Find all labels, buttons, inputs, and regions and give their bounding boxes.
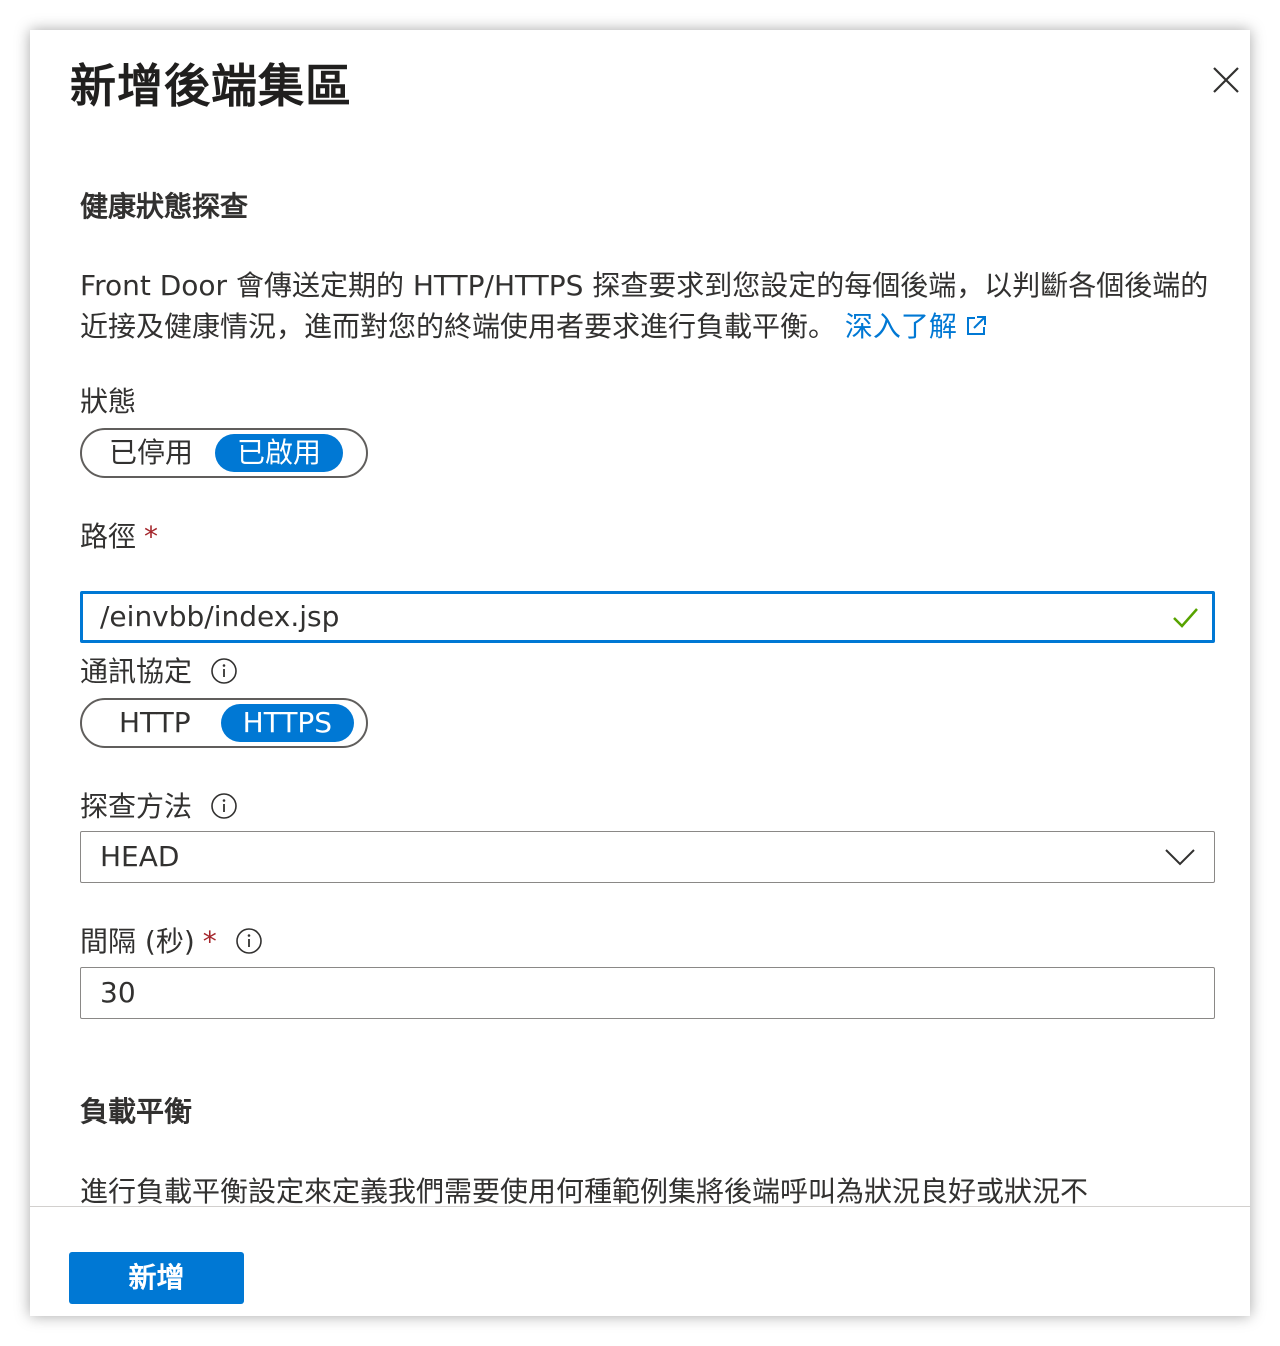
interval-label: 間隔 (秒) * bbox=[80, 920, 263, 960]
add-backend-pool-panel: 新增後端集區 健康狀態探查 Front Door 會傳送定期的 HTTP/HTT… bbox=[30, 30, 1250, 1316]
health-probe-description-text: Front Door 會傳送定期的 HTTP/HTTPS 探查要求到您設定的每個… bbox=[80, 269, 1209, 343]
learn-more-link[interactable]: 深入了解 bbox=[845, 310, 989, 343]
add-button[interactable]: 新增 bbox=[69, 1252, 244, 1304]
protocol-label-text: 通訊協定 bbox=[80, 655, 193, 688]
status-toggle: 已停用 已啟用 bbox=[80, 428, 368, 478]
check-icon bbox=[1173, 608, 1198, 628]
path-input[interactable]: /einvbb/index.jsp bbox=[80, 591, 1215, 643]
protocol-option-http[interactable]: HTTP bbox=[87, 704, 221, 742]
probe-method-dropdown[interactable]: HEAD bbox=[80, 831, 1215, 883]
interval-label-text: 間隔 (秒) bbox=[80, 925, 195, 958]
interval-input-value: 30 bbox=[100, 976, 136, 1009]
probe-method-label-text: 探查方法 bbox=[80, 790, 193, 823]
panel-content[interactable]: 健康狀態探查 Front Door 會傳送定期的 HTTP/HTTPS 探查要求… bbox=[80, 30, 1215, 1206]
probe-method-label: 探查方法 bbox=[80, 785, 238, 825]
load-balancing-heading: 負載平衡 bbox=[80, 1095, 193, 1128]
status-label: 狀態 bbox=[80, 385, 137, 418]
info-icon[interactable] bbox=[210, 792, 238, 820]
protocol-toggle: HTTP HTTPS bbox=[80, 698, 368, 748]
health-probe-heading: 健康狀態探查 bbox=[80, 190, 249, 223]
path-label-text: 路徑 bbox=[80, 520, 137, 553]
info-icon[interactable] bbox=[235, 927, 263, 955]
probe-method-value: HEAD bbox=[100, 840, 180, 873]
protocol-label: 通訊協定 bbox=[80, 650, 238, 690]
status-option-disabled[interactable]: 已停用 bbox=[87, 434, 215, 472]
required-marker: * bbox=[202, 925, 217, 958]
required-marker: * bbox=[144, 520, 159, 553]
external-link-icon bbox=[966, 316, 986, 335]
chevron-down-icon bbox=[1165, 849, 1195, 866]
learn-more-label: 深入了解 bbox=[844, 310, 957, 343]
status-option-enabled[interactable]: 已啟用 bbox=[215, 434, 344, 472]
panel-footer: 新增 bbox=[30, 1206, 1250, 1316]
path-input-value: /einvbb/index.jsp bbox=[100, 600, 340, 633]
path-label: 路徑 * bbox=[80, 515, 158, 555]
info-icon[interactable] bbox=[210, 657, 238, 685]
interval-input[interactable]: 30 bbox=[80, 967, 1215, 1019]
protocol-option-https[interactable]: HTTPS bbox=[220, 704, 355, 742]
load-balancing-description: 進行負載平衡設定來定義我們需要使用何種範例集將後端呼叫為狀況良好或狀況不 bbox=[80, 1175, 1089, 1206]
health-probe-description: Front Door 會傳送定期的 HTTP/HTTPS 探查要求到您設定的每個… bbox=[80, 265, 1215, 347]
